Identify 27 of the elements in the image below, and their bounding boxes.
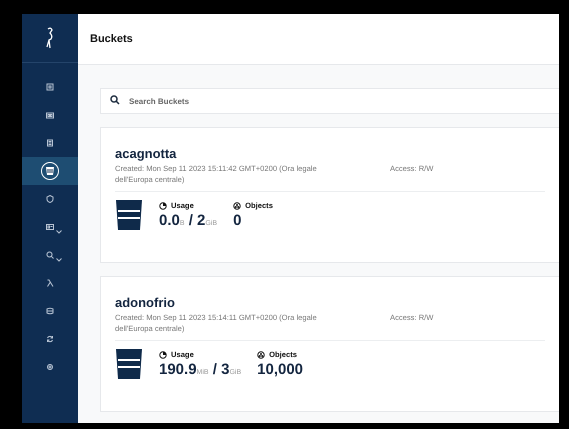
dashboard-icon: [46, 83, 54, 91]
documents-icon: [46, 139, 54, 147]
chevron-down-icon: [56, 230, 62, 234]
search-icon: [110, 95, 120, 105]
page-title: Buckets: [90, 33, 133, 45]
bucket-icon: [41, 162, 59, 180]
pie-chart-icon: [159, 202, 167, 210]
objects-icon: [257, 350, 266, 359]
sidebar-item[interactable]: [22, 157, 78, 185]
search-field[interactable]: Search Buckets: [100, 88, 559, 114]
users-icon: [46, 111, 54, 119]
bucket-name: adonofrio: [115, 295, 176, 310]
chevron-down-icon: [56, 258, 62, 262]
drive-icon: [46, 307, 54, 315]
bucket-name: acagnotta: [115, 146, 178, 161]
lambda-icon: [46, 279, 54, 287]
bucket-icon: [115, 349, 143, 380]
id-card-icon: [46, 223, 54, 231]
objects-count: 10,000: [257, 361, 304, 378]
objects-icon: [233, 202, 242, 210]
shield-icon: [46, 195, 54, 203]
gear-icon: [46, 363, 54, 371]
sync-icon: [46, 335, 54, 343]
objects-count: 0: [233, 212, 242, 230]
bucket-icon: [115, 200, 143, 230]
pie-chart-icon: [159, 350, 167, 359]
search-icon: [46, 251, 54, 259]
